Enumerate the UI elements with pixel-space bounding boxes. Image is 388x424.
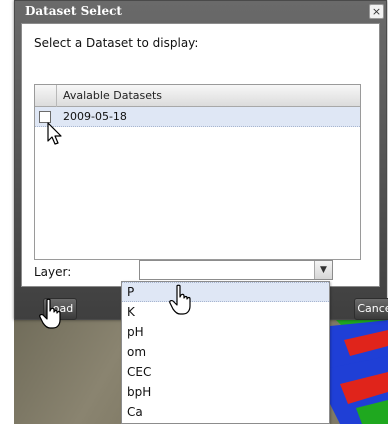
close-icon: × [371, 5, 382, 18]
grid-header: Avalable Datasets [35, 85, 360, 107]
dialog-body: Select a Dataset to display: Avalable Da… [21, 23, 380, 287]
dialog-title: Dataset Select [25, 4, 122, 18]
layer-select[interactable]: ▼ [139, 260, 333, 280]
layer-label: Layer: [34, 265, 72, 279]
dataset-select-dialog: Dataset Select × Select a Dataset to dis… [14, 0, 388, 320]
layer-option-ca[interactable]: Ca [122, 402, 329, 422]
grid-column-header: Avalable Datasets [63, 89, 163, 102]
layer-option-k[interactable]: K [122, 302, 329, 322]
layer-select-trigger[interactable]: ▼ [314, 261, 332, 279]
cancel-button[interactable]: Cancel [354, 298, 388, 320]
hand-pointer-icon [39, 298, 61, 329]
close-button[interactable]: × [369, 4, 384, 19]
datasets-grid: Avalable Datasets 2009-05-18 [34, 84, 361, 260]
dialog-titlebar[interactable]: Dataset Select × [15, 1, 386, 23]
table-row[interactable]: 2009-05-18 [35, 107, 360, 127]
layer-option-om[interactable]: om [122, 342, 329, 362]
layer-option-p[interactable]: P [122, 282, 329, 302]
dataset-prompt: Select a Dataset to display: [34, 36, 199, 50]
hand-pointer-icon [169, 284, 191, 315]
layer-option-cec[interactable]: CEC [122, 362, 329, 382]
layer-option-bph[interactable]: bpH [122, 382, 329, 402]
chevron-down-icon: ▼ [320, 265, 327, 275]
dataset-date: 2009-05-18 [63, 110, 127, 123]
grid-select-column-header [35, 85, 57, 107]
arrow-cursor-icon [47, 122, 62, 145]
layer-dropdown-list: P K pH om CEC bpH Ca [121, 281, 330, 424]
layer-option-ph[interactable]: pH [122, 322, 329, 342]
